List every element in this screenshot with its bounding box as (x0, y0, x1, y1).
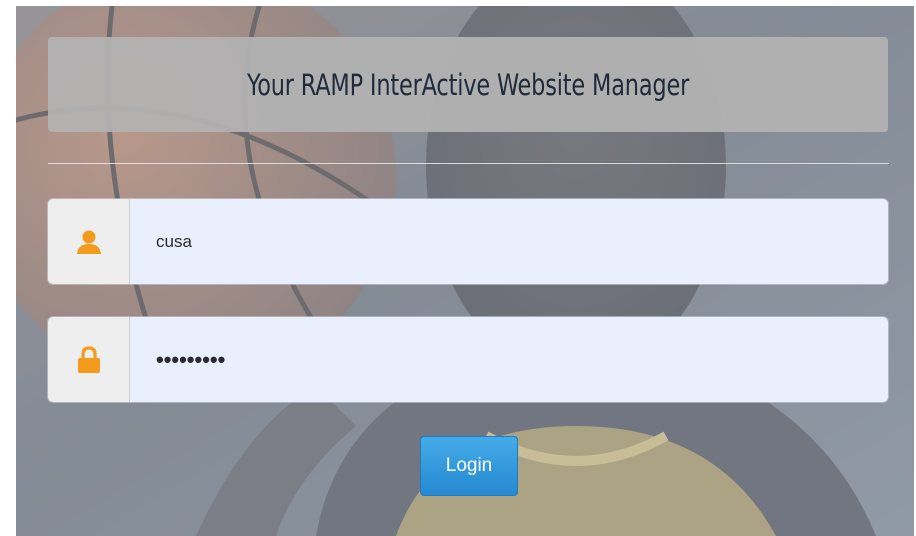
username-addon (48, 199, 130, 284)
user-icon (76, 230, 101, 254)
login-button-label: Login (445, 455, 493, 476)
username-input-group: cusa (48, 199, 888, 284)
username-field[interactable]: cusa (130, 199, 888, 284)
password-addon (48, 317, 130, 402)
username-value: cusa (156, 231, 192, 251)
page-title: Your RAMP InterActive Website Manager (246, 67, 690, 102)
password-input-group: ••••••••• (48, 317, 888, 402)
login-button[interactable]: Login (420, 436, 518, 496)
lock-icon (77, 345, 100, 373)
header-bar: Your RAMP InterActive Website Manager (48, 37, 888, 132)
login-panel: Your RAMP InterActive Website Manager cu… (16, 6, 914, 536)
password-value: ••••••••• (156, 346, 226, 372)
divider (48, 163, 889, 164)
password-field[interactable]: ••••••••• (130, 317, 888, 402)
